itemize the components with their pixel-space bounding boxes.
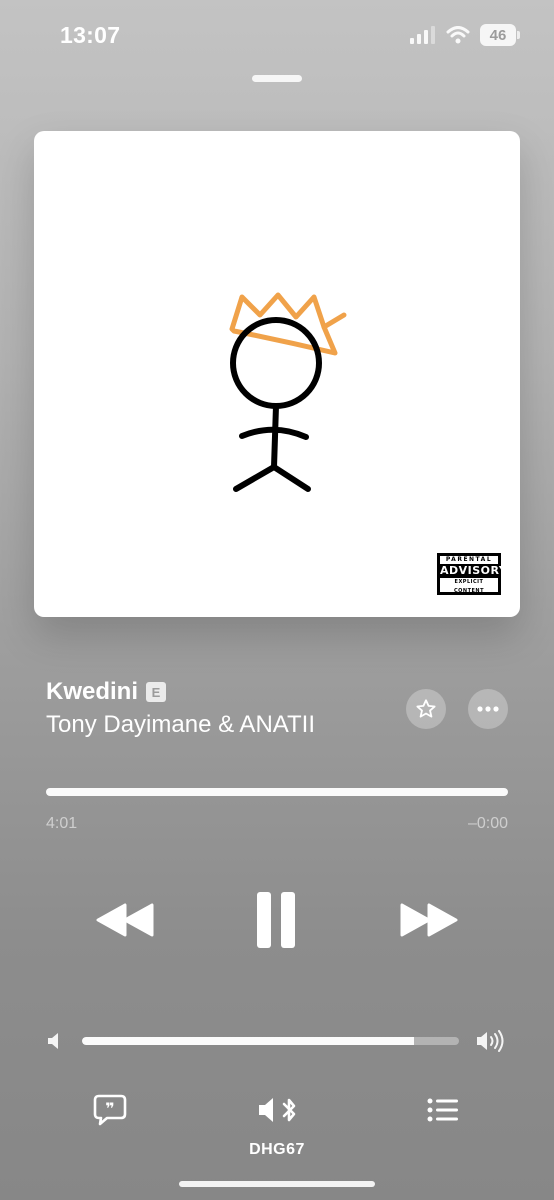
advisory-main-text: ADVISORY	[440, 564, 508, 578]
wifi-icon	[446, 26, 470, 44]
lyrics-icon: ❞	[93, 1094, 127, 1126]
volume-slider[interactable]	[82, 1037, 459, 1045]
queue-button[interactable]	[423, 1090, 463, 1130]
battery-level: 46	[489, 26, 507, 44]
output-device-button[interactable]	[254, 1090, 302, 1130]
pause-icon	[257, 892, 295, 948]
fast-forward-icon	[400, 903, 458, 937]
favorite-button[interactable]	[406, 689, 446, 729]
volume-slider-fill	[82, 1037, 414, 1045]
airplay-bluetooth-icon	[259, 1098, 296, 1122]
parental-advisory-label: PARENTAL ADVISORY EXPLICIT CONTENT	[437, 553, 508, 595]
stick-figure-crown-art	[229, 292, 347, 492]
status-icons: 46	[410, 24, 520, 46]
remaining-time: –0:00	[467, 815, 508, 832]
advisory-top-text: PARENTAL	[445, 556, 493, 563]
more-options-button[interactable]	[468, 689, 508, 729]
advisory-bottom-text: EXPLICIT CONTENT	[453, 579, 485, 594]
rewind-button[interactable]	[93, 897, 157, 943]
elapsed-time: 4:01	[46, 815, 78, 832]
track-title-row: Kwedini E	[46, 678, 167, 706]
playback-progress-bar[interactable]	[46, 788, 508, 796]
queue-icon	[427, 1098, 458, 1122]
more-icon	[477, 706, 499, 712]
status-time: 13:07	[60, 22, 121, 48]
track-title[interactable]: Kwedini	[46, 678, 138, 706]
pause-button[interactable]	[250, 888, 302, 952]
signal-icon	[410, 26, 435, 44]
track-artist[interactable]: Tony Dayimane & ANATII	[46, 711, 315, 739]
lyrics-button[interactable]: ❞	[90, 1090, 130, 1130]
svg-text:❞: ❞	[105, 1099, 114, 1118]
battery-icon: 46	[480, 24, 520, 46]
volume-high-icon	[477, 1030, 504, 1052]
explicit-badge: E	[146, 682, 167, 702]
star-icon	[416, 699, 436, 718]
output-device-name: DHG67	[249, 1141, 305, 1158]
album-artwork: PARENTAL ADVISORY EXPLICIT CONTENT	[34, 131, 520, 617]
sheet-grabber[interactable]	[252, 75, 302, 82]
fast-forward-button[interactable]	[397, 897, 461, 943]
home-indicator[interactable]	[179, 1181, 375, 1187]
rewind-icon	[96, 903, 154, 937]
volume-low-icon	[48, 1033, 58, 1049]
